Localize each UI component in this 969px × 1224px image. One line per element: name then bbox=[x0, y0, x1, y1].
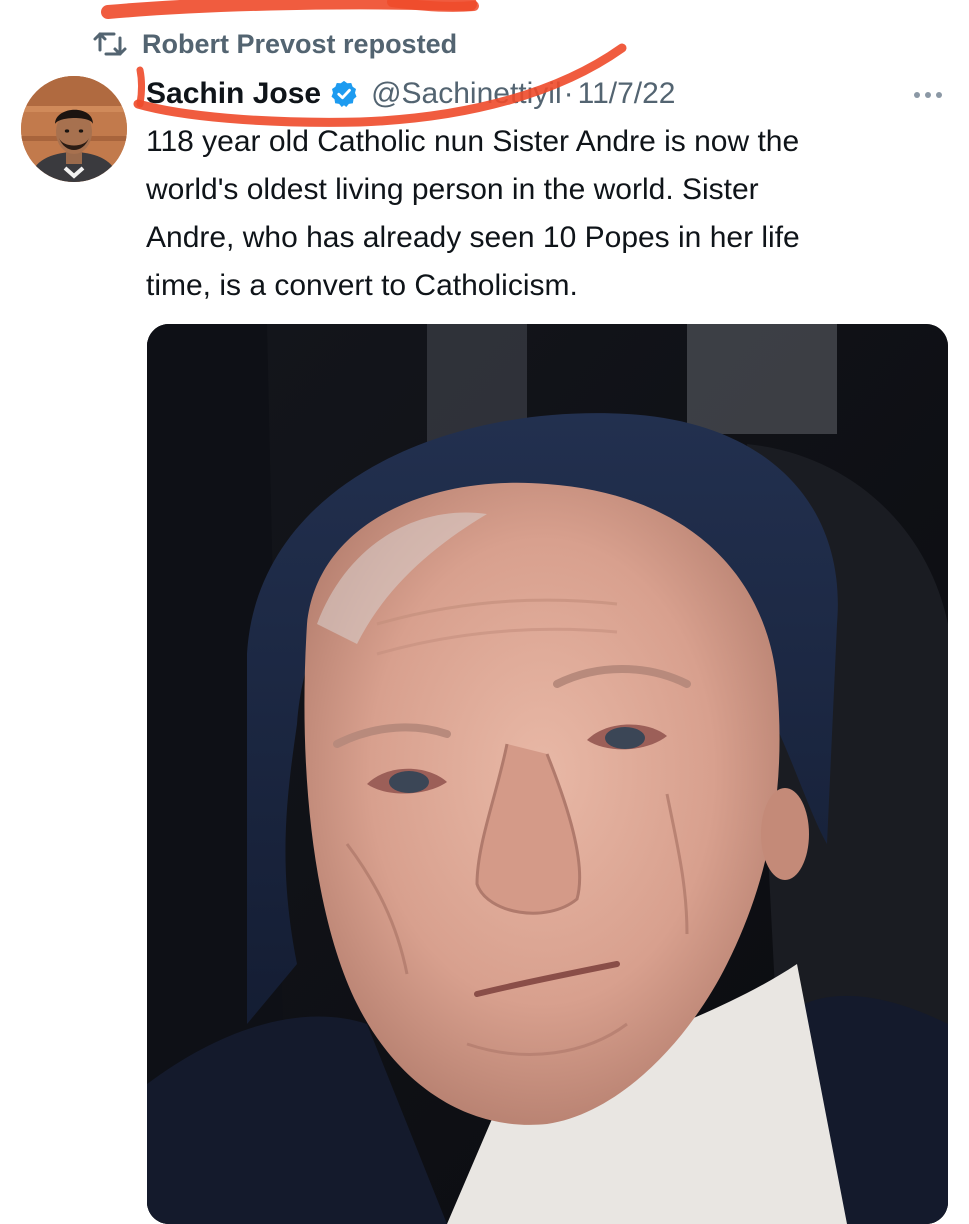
tweet-text: 118 year old Catholic nun Sister Andre i… bbox=[146, 125, 800, 302]
tweet-photo[interactable] bbox=[147, 324, 948, 1224]
photo-elderly-nun bbox=[147, 324, 948, 1224]
display-name[interactable]: Sachin Jose bbox=[146, 77, 321, 111]
separator-dot: · bbox=[563, 77, 574, 110]
user-handle[interactable]: @Sachinettiyil bbox=[371, 77, 562, 111]
repost-indicator[interactable]: Robert Prevost reposted bbox=[92, 26, 457, 62]
verified-badge-icon[interactable] bbox=[329, 79, 359, 109]
repost-label: Robert Prevost reposted bbox=[142, 28, 458, 59]
tweet-header: Sachin Jose @Sachinettiyil · 11/7/22 bbox=[146, 72, 676, 116]
more-options-icon[interactable] bbox=[908, 80, 948, 110]
tweet-date[interactable]: 11/7/22 bbox=[578, 77, 676, 111]
repost-icon bbox=[92, 29, 128, 59]
user-avatar[interactable] bbox=[21, 76, 127, 182]
